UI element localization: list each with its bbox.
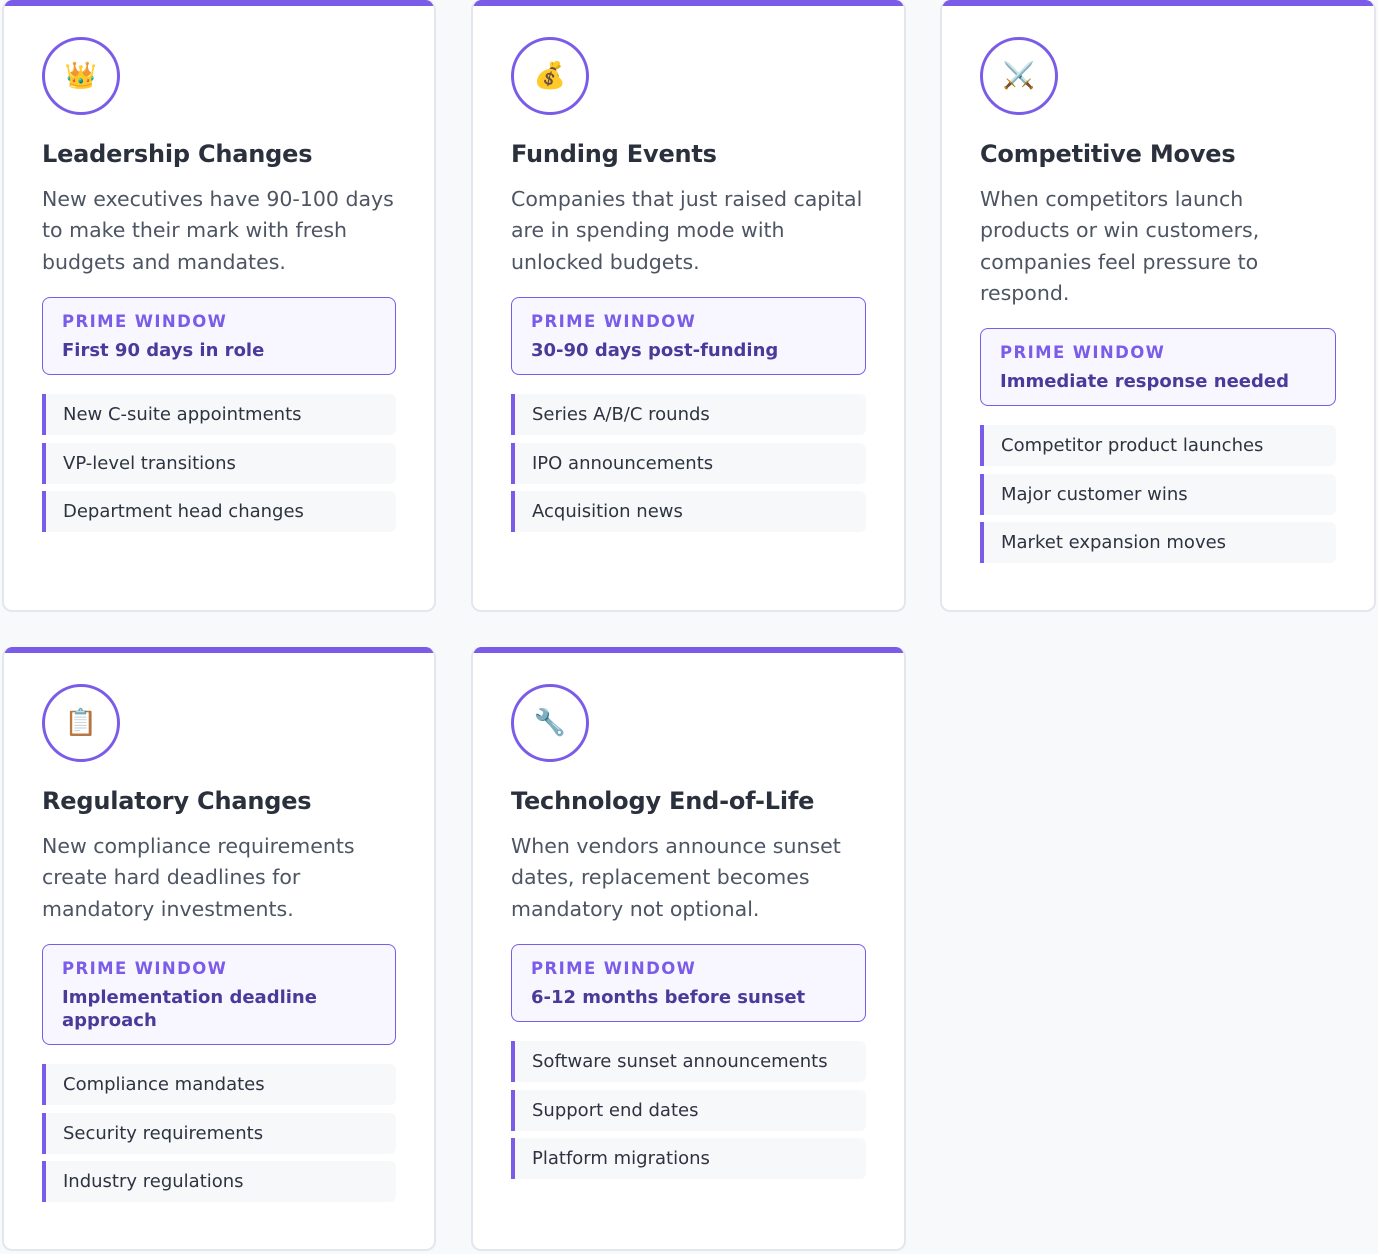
- list-item: Software sunset announcements: [511, 1041, 866, 1082]
- prime-window-label: PRIME WINDOW: [1000, 341, 1316, 365]
- card-description: When vendors announce sunset dates, repl…: [511, 831, 868, 925]
- card-title: Regulatory Changes: [42, 787, 311, 815]
- crown-icon: 👑: [42, 37, 120, 115]
- card-title: Leadership Changes: [42, 140, 312, 168]
- list-item: Market expansion moves: [980, 522, 1336, 563]
- trigger-list: Software sunset announcements Support en…: [511, 1041, 866, 1187]
- trigger-list: New C-suite appointments VP-level transi…: [42, 394, 396, 540]
- trigger-list: Compliance mandates Security requirement…: [42, 1064, 396, 1210]
- prime-window-label: PRIME WINDOW: [531, 957, 846, 981]
- clipboard-icon: 📋: [42, 684, 120, 762]
- list-item: IPO announcements: [511, 443, 866, 484]
- prime-window-value: 30-90 days post-funding: [531, 339, 846, 362]
- list-item: Security requirements: [42, 1113, 396, 1154]
- trigger-card-funding: 💰 Funding Events Companies that just rai…: [471, 0, 906, 612]
- card-title: Funding Events: [511, 140, 717, 168]
- prime-window-value: Immediate response needed: [1000, 370, 1316, 393]
- list-item: Compliance mandates: [42, 1064, 396, 1105]
- prime-window-box: PRIME WINDOW First 90 days in role: [42, 297, 396, 375]
- list-item: New C-suite appointments: [42, 394, 396, 435]
- list-item: Series A/B/C rounds: [511, 394, 866, 435]
- trigger-card-regulatory: 📋 Regulatory Changes New compliance requ…: [2, 647, 436, 1251]
- prime-window-value: Implementation deadline approach: [62, 986, 376, 1032]
- card-title: Technology End-of-Life: [511, 787, 814, 815]
- prime-window-label: PRIME WINDOW: [62, 310, 376, 334]
- card-description: When competitors launch products or win …: [980, 184, 1338, 309]
- prime-window-box: PRIME WINDOW Immediate response needed: [980, 328, 1336, 406]
- card-description: New executives have 90-100 days to make …: [42, 184, 398, 278]
- prime-window-box: PRIME WINDOW 30-90 days post-funding: [511, 297, 866, 375]
- list-item: Industry regulations: [42, 1161, 396, 1202]
- list-item: Department head changes: [42, 491, 396, 532]
- prime-window-label: PRIME WINDOW: [62, 957, 376, 981]
- list-item: Major customer wins: [980, 474, 1336, 515]
- list-item: Acquisition news: [511, 491, 866, 532]
- money-bag-icon: 💰: [511, 37, 589, 115]
- list-item: VP-level transitions: [42, 443, 396, 484]
- card-title: Competitive Moves: [980, 140, 1235, 168]
- list-item: Platform migrations: [511, 1138, 866, 1179]
- list-item: Competitor product launches: [980, 425, 1336, 466]
- trigger-list: Competitor product launches Major custom…: [980, 425, 1336, 571]
- trigger-card-leadership: 👑 Leadership Changes New executives have…: [2, 0, 436, 612]
- prime-window-value: 6-12 months before sunset: [531, 986, 846, 1009]
- crossed-swords-icon: ⚔️: [980, 37, 1058, 115]
- card-description: Companies that just raised capital are i…: [511, 184, 868, 278]
- trigger-list: Series A/B/C rounds IPO announcements Ac…: [511, 394, 866, 540]
- prime-window-label: PRIME WINDOW: [531, 310, 846, 334]
- card-description: New compliance requirements create hard …: [42, 831, 398, 925]
- wrench-icon: 🔧: [511, 684, 589, 762]
- prime-window-value: First 90 days in role: [62, 339, 376, 362]
- trigger-card-technology-eol: 🔧 Technology End-of-Life When vendors an…: [471, 647, 906, 1251]
- prime-window-box: PRIME WINDOW 6-12 months before sunset: [511, 944, 866, 1022]
- trigger-card-competitive: ⚔️ Competitive Moves When competitors la…: [940, 0, 1376, 612]
- list-item: Support end dates: [511, 1090, 866, 1131]
- prime-window-box: PRIME WINDOW Implementation deadline app…: [42, 944, 396, 1045]
